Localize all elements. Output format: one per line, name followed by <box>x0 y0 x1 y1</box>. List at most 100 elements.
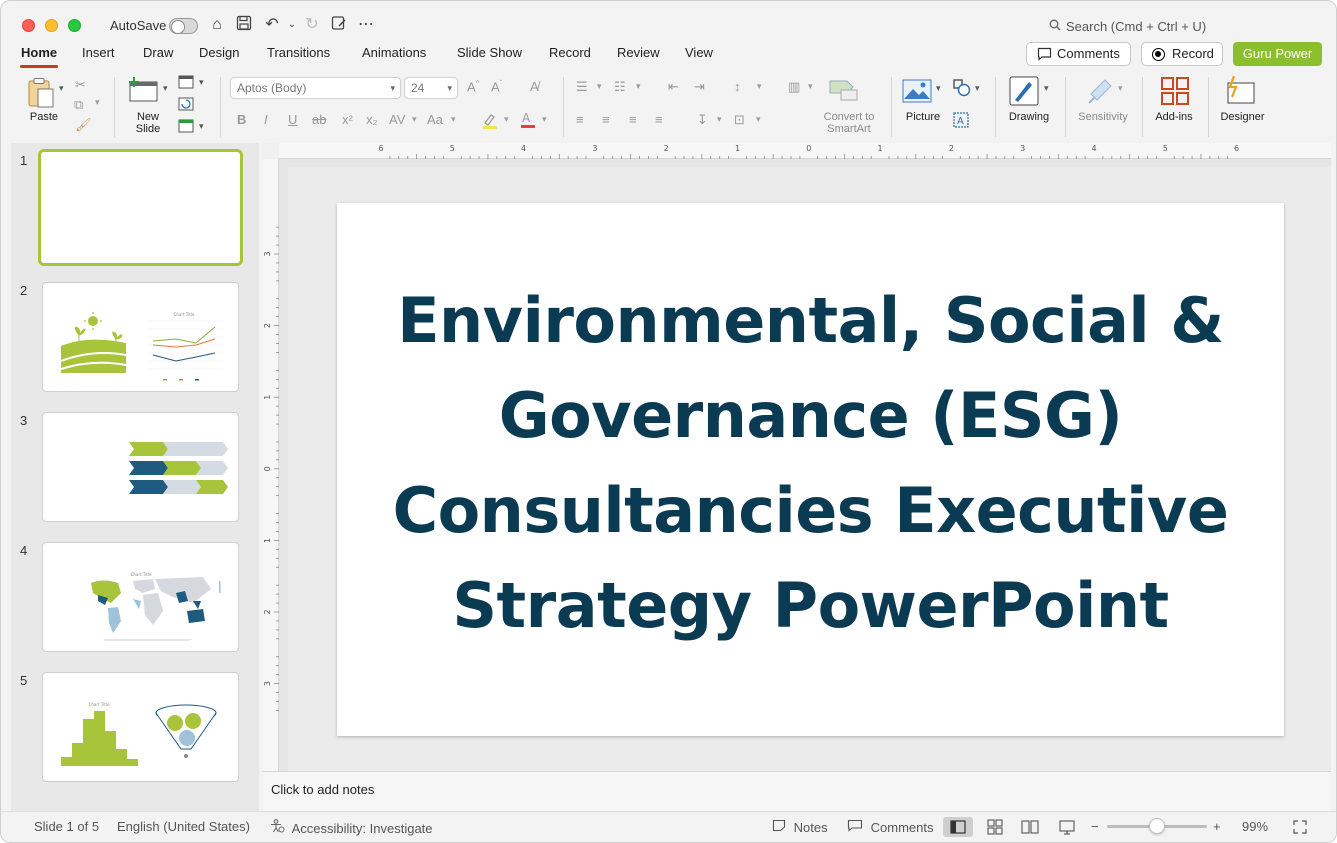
undo-icon[interactable]: ↶ <box>262 15 282 35</box>
minimize-window-button[interactable] <box>45 19 58 32</box>
text-box-icon[interactable]: A <box>953 112 969 133</box>
zoom-in-icon[interactable]: + <box>1213 819 1221 834</box>
tab-draw[interactable]: Draw <box>143 45 173 60</box>
tab-animations[interactable]: Animations <box>362 45 426 60</box>
change-case-icon[interactable]: Aa <box>427 112 443 127</box>
copy-icon[interactable]: ⧉ <box>74 97 83 113</box>
shapes-icon[interactable] <box>953 79 971 102</box>
chevron-down-icon[interactable]: ▾ <box>597 81 602 92</box>
numbering-icon[interactable]: ☷ <box>614 79 626 95</box>
character-spacing-icon[interactable]: AV <box>389 112 405 127</box>
new-slide-icon[interactable] <box>127 77 159 108</box>
chevron-down-icon[interactable]: ▾ <box>542 114 547 125</box>
drawing-dropdown-chevron-icon[interactable]: ▾ <box>1044 83 1049 94</box>
text-direction-icon[interactable]: ↧ <box>697 112 708 128</box>
chevron-down-icon[interactable]: ▾ <box>451 114 456 125</box>
customize-icon[interactable] <box>329 15 349 35</box>
accessibility-status[interactable]: Accessibility: Investigate <box>269 819 433 836</box>
chevron-down-icon[interactable]: ▾ <box>412 114 417 125</box>
format-painter-icon[interactable]: 🖌 <box>75 117 92 133</box>
slide-thumbnail-5[interactable]: Chart Title <box>42 672 239 782</box>
horizontal-ruler[interactable]: 6 5 4 3 2 1 0 1 2 3 4 5 6 <box>279 143 1331 159</box>
designer-icon[interactable] <box>1225 75 1257 112</box>
notes-pane[interactable]: Click to add notes <box>263 771 1331 811</box>
bold-icon[interactable]: B <box>237 112 246 127</box>
picture-icon[interactable] <box>902 79 932 108</box>
slide-thumbnail-3[interactable] <box>42 412 239 522</box>
autosave-toggle[interactable] <box>169 18 198 34</box>
paste-icon[interactable] <box>26 77 56 114</box>
align-text-icon[interactable]: ⊡ <box>734 112 745 128</box>
save-icon[interactable] <box>234 15 254 35</box>
copy-dropdown-chevron-icon[interactable]: ▾ <box>95 97 100 108</box>
smartart-icon[interactable] <box>829 78 859 107</box>
paste-dropdown-chevron-icon[interactable]: ▾ <box>59 83 64 94</box>
add-ins-icon[interactable] <box>1160 76 1190 111</box>
language-indicator[interactable]: English (United States) <box>117 819 250 834</box>
slide-sorter-button[interactable] <box>980 817 1010 837</box>
font-color-icon[interactable]: A <box>519 111 537 134</box>
chevron-down-icon[interactable]: ▾ <box>808 81 813 92</box>
shapes-dropdown-chevron-icon[interactable]: ▾ <box>975 83 980 94</box>
tab-review[interactable]: Review <box>617 45 660 60</box>
chevron-down-icon[interactable]: ▾ <box>504 114 509 125</box>
reset-icon[interactable] <box>178 97 194 116</box>
justify-icon[interactable]: ≡ <box>655 112 663 127</box>
italic-icon[interactable]: I <box>264 112 268 127</box>
zoom-out-icon[interactable]: − <box>1091 819 1099 834</box>
fit-to-window-icon[interactable] <box>1292 819 1308 838</box>
decrease-indent-icon[interactable]: ⇤ <box>668 79 679 95</box>
slide-thumbnail-4[interactable]: Chart Title <box>42 542 239 652</box>
tab-design[interactable]: Design <box>199 45 239 60</box>
undo-dropdown-chevron-icon[interactable]: ⌄ <box>282 15 302 35</box>
section-dropdown-chevron-icon[interactable]: ▾ <box>199 121 204 132</box>
comments-toggle[interactable]: Comments <box>847 819 933 835</box>
underline-icon[interactable]: U <box>288 112 297 127</box>
tab-transitions[interactable]: Transitions <box>267 45 330 60</box>
section-icon[interactable] <box>178 119 194 138</box>
close-window-button[interactable] <box>22 19 35 32</box>
line-spacing-icon[interactable]: ↕ <box>734 79 741 94</box>
home-icon[interactable]: ⌂ <box>207 15 227 35</box>
search-box[interactable]: Search (Cmd + Ctrl + U) <box>1049 19 1206 34</box>
current-slide[interactable]: Environmental, Social & Governance (ESG)… <box>337 203 1284 736</box>
slide-show-button[interactable] <box>1052 817 1082 837</box>
chevron-down-icon[interactable]: ▾ <box>756 114 761 125</box>
chevron-down-icon[interactable]: ▾ <box>757 81 762 92</box>
sensitivity-icon[interactable] <box>1087 76 1115 111</box>
record-button[interactable]: Record <box>1141 42 1223 66</box>
slide-thumbnail-2[interactable]: Chart Title <box>42 282 239 392</box>
align-center-icon[interactable]: ≡ <box>602 112 610 127</box>
columns-icon[interactable]: ▥ <box>788 79 800 95</box>
tab-insert[interactable]: Insert <box>82 45 115 60</box>
notes-toggle[interactable]: Notes <box>772 819 828 835</box>
layout-icon[interactable] <box>178 75 194 94</box>
clear-formatting-icon[interactable]: A̸ <box>530 79 539 94</box>
normal-view-button[interactable] <box>943 817 973 837</box>
zoom-level[interactable]: 99% <box>1242 819 1268 834</box>
slide-thumbnail-1[interactable] <box>38 149 243 266</box>
tab-record[interactable]: Record <box>549 45 591 60</box>
chevron-down-icon[interactable]: ▾ <box>636 81 641 92</box>
vertical-ruler[interactable]: 3 2 1 0 1 2 3 <box>263 159 279 771</box>
slide-title-text[interactable]: Environmental, Social & Governance (ESG)… <box>367 273 1254 653</box>
font-size-select[interactable]: 24 ▾ <box>404 77 458 99</box>
highlight-icon[interactable] <box>481 112 499 135</box>
redo-icon[interactable]: ↻ <box>302 15 322 35</box>
align-left-icon[interactable]: ≡ <box>576 112 584 127</box>
zoom-slider-handle[interactable] <box>1149 818 1165 834</box>
sensitivity-dropdown-chevron-icon[interactable]: ▾ <box>1118 83 1123 94</box>
tab-slide-show[interactable]: Slide Show <box>457 45 522 60</box>
guru-power-button[interactable]: Guru Power <box>1233 42 1322 66</box>
more-options-icon[interactable]: ⋯ <box>356 15 376 35</box>
decrease-font-size-icon[interactable]: Aˇ <box>491 79 502 94</box>
layout-dropdown-chevron-icon[interactable]: ▾ <box>199 77 204 88</box>
chevron-down-icon[interactable]: ▾ <box>717 114 722 125</box>
cut-icon[interactable]: ✂ <box>75 77 86 93</box>
align-right-icon[interactable]: ≡ <box>629 112 637 127</box>
new-slide-dropdown-chevron-icon[interactable]: ▾ <box>163 83 168 94</box>
tab-home[interactable]: Home <box>19 45 59 68</box>
font-name-select[interactable]: Aptos (Body) ▾ <box>230 77 401 99</box>
tab-view[interactable]: View <box>685 45 713 60</box>
increase-font-size-icon[interactable]: A^ <box>467 79 479 94</box>
